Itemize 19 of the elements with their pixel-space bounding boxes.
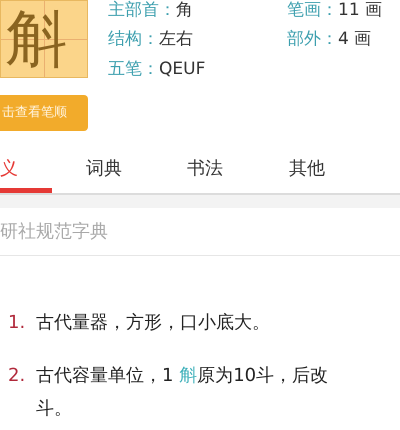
definition-number: 2. <box>8 364 26 388</box>
field-value: 11 画 <box>338 0 382 22</box>
tab[interactable]: 书法 <box>187 149 223 193</box>
definition-number: 1. <box>8 311 26 335</box>
field-label: 结构： <box>108 29 159 51</box>
field-value: 4 画 <box>338 29 372 51</box>
field-label: 主部首： <box>108 0 176 22</box>
tab[interactable]: 词典 <box>86 149 122 193</box>
field-value: QEUF <box>159 58 206 80</box>
field-label: 五笔： <box>108 58 159 80</box>
field-value: 左右 <box>159 29 193 51</box>
field-value: 角 <box>176 0 193 22</box>
field-label: 部外： <box>287 29 338 51</box>
dictionary-source: 研社规范字典 <box>0 220 108 244</box>
definition-text: 古代量器，方形，口小底大。 <box>36 311 270 335</box>
character-glyph: 斛 <box>5 4 67 74</box>
definition-text: 古代容量单位，1 斛原为10斗，后改 斗。 <box>36 364 328 421</box>
tab[interactable]: 其他 <box>289 149 325 193</box>
field-label: 笔画： <box>287 0 338 22</box>
